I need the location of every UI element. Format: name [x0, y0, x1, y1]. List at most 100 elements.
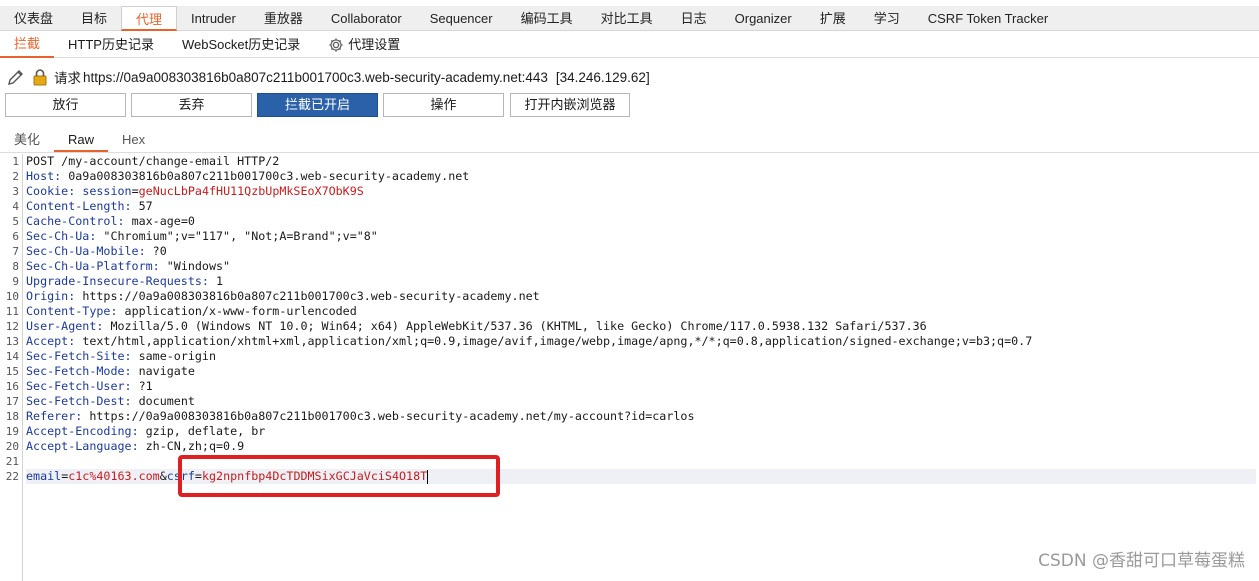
line-number: 22 — [5, 470, 19, 483]
tab-intercept[interactable]: 拦截 — [0, 32, 55, 58]
header-line: Accept-Language: zh-CN,zh;q=0.9 — [26, 439, 245, 453]
header-value: "Chromium";v="117", "Not;A=Brand";v="8" — [103, 229, 378, 243]
drop-button[interactable]: 丢弃 — [131, 93, 252, 117]
header-name: User-Agent — [26, 319, 97, 333]
line-number-gutter: 1 2 3 4 5 6 7 8 9 10 11 12 13 14 15 16 17 18 19 20 21 22 — [0, 154, 23, 581]
tab-repeater[interactable]: 重放器 — [250, 6, 317, 31]
header-name: Sec-Fetch-Mode — [26, 364, 125, 378]
tab-comparer[interactable]: 对比工具 — [587, 6, 667, 31]
body-param-value: c1c%40163.com — [68, 469, 160, 483]
header-line: Cookie: session=geNucLbPa4fHU11QzbUpMkSE… — [26, 184, 364, 198]
action-button[interactable]: 操作 — [383, 93, 504, 117]
request-prefix: 请求 — [54, 71, 81, 86]
tab-dashboard[interactable]: 仪表盘 — [0, 6, 67, 31]
line-number: 19 — [5, 425, 19, 438]
header-value: application/x-www-form-urlencoded — [124, 304, 357, 318]
gear-icon — [329, 38, 343, 51]
header-name: Accept-Language — [26, 439, 132, 453]
message-view-tabs: 美化 Raw Hex — [0, 129, 1259, 153]
header-name: Sec-Ch-Ua-Mobile — [26, 244, 139, 258]
header-line: Content-Type: application/x-www-form-url… — [26, 304, 357, 318]
line-number: 20 — [5, 440, 19, 453]
header-name: Sec-Ch-Ua — [26, 229, 90, 243]
header-value: document — [138, 394, 195, 408]
header-line: Sec-Fetch-Dest: document — [26, 394, 195, 408]
tab-decoder[interactable]: 编码工具 — [507, 6, 587, 31]
header-line: Cache-Control: max-age=0 — [26, 214, 195, 228]
tab-websocket-history-label: WebSocket历史记录 — [181, 36, 301, 52]
header-name: Cookie — [26, 184, 69, 198]
header-value: 57 — [138, 199, 153, 213]
header-line: Origin: https://0a9a008303816b0a807c211b… — [26, 289, 540, 303]
header-value: ?1 — [138, 379, 153, 393]
line-number: 2 — [12, 170, 19, 183]
line-number: 4 — [12, 200, 19, 213]
tab-organizer[interactable]: Organizer — [721, 6, 806, 31]
line-number: 10 — [5, 290, 19, 303]
request-text[interactable]: POST /my-account/change-email HTTP/2 Hos… — [26, 154, 1256, 484]
header-value: max-age=0 — [131, 214, 195, 228]
request-ip: [34.246.129.62] — [555, 69, 650, 85]
request-line: POST /my-account/change-email HTTP/2 — [26, 154, 1256, 169]
tab-learn[interactable]: 学习 — [860, 6, 914, 31]
tab-pretty[interactable]: 美化 — [0, 129, 54, 152]
header-line: Sec-Fetch-Site: same-origin — [26, 349, 216, 363]
line-number: 12 — [5, 320, 19, 333]
line-number: 17 — [5, 395, 19, 408]
header-value: "Windows" — [166, 259, 231, 273]
header-name: Cache-Control — [26, 214, 118, 228]
intercept-toolbar: 放行 丢弃 拦截已开启 操作 打开内嵌浏览器 — [0, 93, 1259, 117]
tab-http-history[interactable]: HTTP历史记录 — [54, 32, 168, 58]
header-name: Sec-Fetch-User — [26, 379, 125, 393]
header-line: User-Agent: Mozilla/5.0 (Windows NT 10.0… — [26, 319, 927, 333]
tab-csrf-token-tracker[interactable]: CSRF Token Tracker — [914, 6, 1062, 31]
top-tab-bar: 仪表盘 目标 代理 Intruder 重放器 Collaborator Sequ… — [0, 6, 1259, 31]
request-editor[interactable]: 1 2 3 4 5 6 7 8 9 10 11 12 13 14 15 16 17 18 19 20 21 22 POST… — [0, 154, 1259, 581]
request-url: https://0a9a008303816b0a807c211b001700c3… — [83, 69, 548, 85]
header-line: Host: 0a9a008303816b0a807c211b001700c3.w… — [26, 169, 470, 183]
header-name: Referer — [26, 409, 76, 423]
proxy-sub-tab-bar: 拦截 HTTP历史记录 WebSocket历史记录 代理设置 — [0, 32, 1259, 58]
header-line: Referer: https://0a9a008303816b0a807c211… — [26, 409, 695, 423]
cookie-value: geNucLbPa4fHU11QzbUpMkSEoX7ObK9S — [138, 184, 364, 198]
header-line: Sec-Ch-Ua-Mobile: ?0 — [26, 244, 167, 258]
tab-sequencer[interactable]: Sequencer — [416, 6, 507, 31]
header-line: Accept: text/html,application/xhtml+xml,… — [26, 334, 1033, 348]
header-value: https://0a9a008303816b0a807c211b001700c3… — [89, 409, 695, 423]
request-line-text: POST /my-account/change-email HTTP/2 — [26, 154, 280, 168]
header-name: Upgrade-Insecure-Requests — [26, 274, 202, 288]
header-value: navigate — [138, 364, 195, 378]
header-value: Mozilla/5.0 (Windows NT 10.0; Win64; x64… — [110, 319, 927, 333]
tab-proxy-settings[interactable]: 代理设置 — [314, 32, 414, 58]
tab-intercept-label: 拦截 — [14, 35, 41, 51]
tab-raw[interactable]: Raw — [54, 129, 109, 152]
header-value: 1 — [216, 274, 224, 288]
header-value: gzip, deflate, br — [145, 424, 266, 438]
tab-logger[interactable]: 日志 — [667, 6, 721, 31]
line-number: 3 — [12, 185, 19, 198]
line-number: 18 — [5, 410, 19, 423]
intercept-toggle-button[interactable]: 拦截已开启 — [257, 93, 378, 117]
header-name: Sec-Fetch-Site — [26, 349, 125, 363]
header-value: text/html,application/xhtml+xml,applicat… — [82, 334, 1033, 348]
line-number: 21 — [5, 455, 19, 468]
header-line: Sec-Fetch-Mode: navigate — [26, 364, 195, 378]
open-browser-button[interactable]: 打开内嵌浏览器 — [510, 93, 630, 117]
tab-extensions[interactable]: 扩展 — [806, 6, 860, 31]
line-number: 8 — [12, 260, 19, 273]
tab-hex[interactable]: Hex — [108, 129, 159, 152]
tab-target[interactable]: 目标 — [67, 6, 121, 31]
tab-proxy[interactable]: 代理 — [121, 6, 178, 31]
tab-intruder[interactable]: Intruder — [177, 6, 250, 31]
line-number: 6 — [12, 230, 19, 243]
pencil-icon[interactable] — [6, 67, 26, 87]
watermark: CSDN @香甜可口草莓蛋糕 — [1038, 551, 1245, 571]
tab-collaborator[interactable]: Collaborator — [317, 6, 416, 31]
forward-button[interactable]: 放行 — [5, 93, 126, 117]
lock-icon — [33, 69, 47, 86]
header-name: Content-Length — [26, 199, 125, 213]
body-param-name: email — [26, 469, 62, 483]
tab-websocket-history[interactable]: WebSocket历史记录 — [168, 32, 314, 58]
line-number: 14 — [5, 350, 19, 363]
